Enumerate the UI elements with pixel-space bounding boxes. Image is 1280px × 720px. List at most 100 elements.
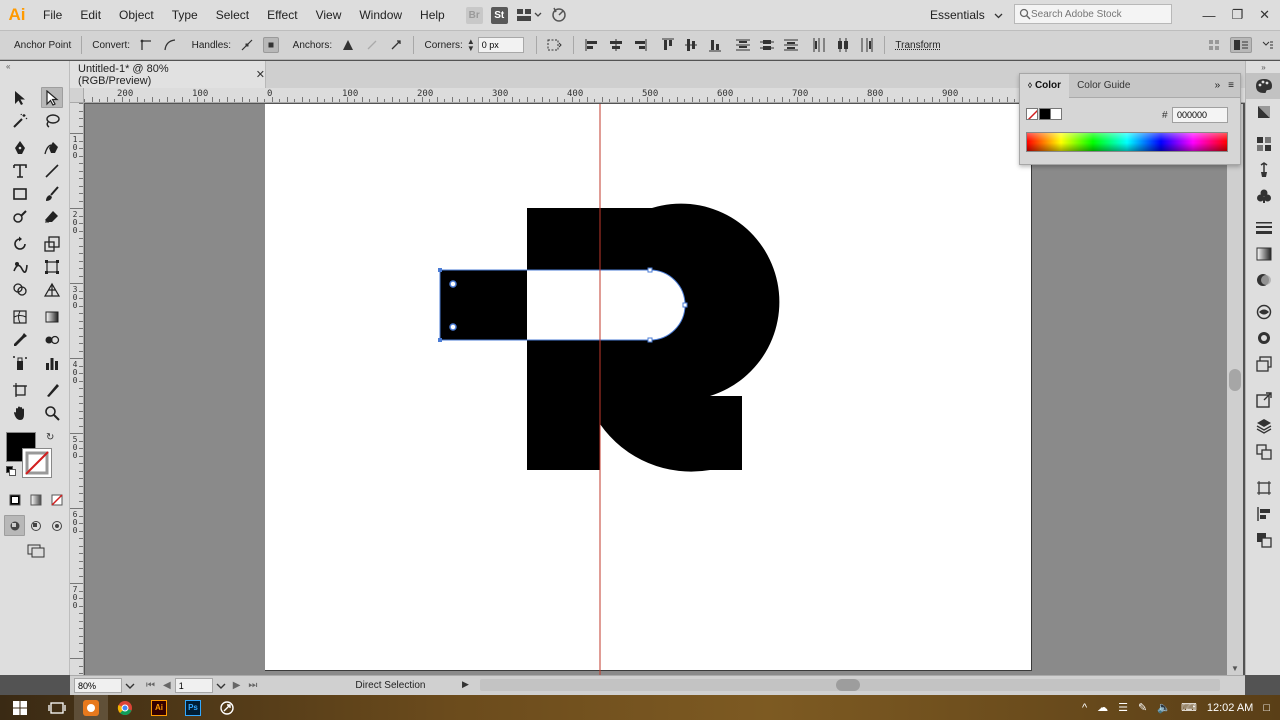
status-text[interactable]: Direct Selection [355,680,425,691]
first-artboard-icon[interactable]: ⏮ [146,680,155,691]
magic-wand-tool-icon[interactable] [9,110,31,131]
ruler-origin[interactable] [70,88,84,103]
artboard-tool-icon[interactable] [9,379,31,400]
panel-menu-icon[interactable]: ≡ [1228,80,1240,91]
stroke-panel-icon[interactable] [1246,215,1280,241]
mesh-tool-icon[interactable] [9,306,31,327]
clock[interactable]: 12:02 AM [1207,702,1253,714]
menu-help[interactable]: Help [411,0,454,30]
document-tab[interactable]: Untitled-1* @ 80% (RGB/Preview) ✕ [70,61,266,88]
gradient-panel-icon[interactable] [1246,241,1280,267]
convert-smooth-icon[interactable] [162,37,178,53]
distribute-top-icon[interactable] [735,37,751,53]
artboard-dropdown-icon[interactable] [215,681,227,691]
graphic-styles-icon[interactable] [1246,325,1280,351]
menu-view[interactable]: View [307,0,351,30]
menu-type[interactable]: Type [163,0,207,30]
lasso-tool-icon[interactable] [41,110,63,131]
blend-tool-icon[interactable] [41,329,63,350]
gpu-performance-icon[interactable] [550,6,568,25]
menu-select[interactable]: Select [207,0,258,30]
next-artboard-icon[interactable]: ▶ [233,680,241,691]
white-swatch[interactable] [1050,108,1062,120]
convert-corner-icon[interactable] [138,37,154,53]
vertical-ruler[interactable]: 1 0 0 2 0 0 3 0 0 4 0 0 5 0 0 6 0 0 7 0 0 [70,103,84,675]
align-top-icon[interactable] [660,37,676,53]
isolate-icon[interactable] [1207,37,1223,53]
eraser-tool-icon[interactable] [41,206,63,227]
color-guide-tab[interactable]: Color Guide [1069,74,1138,98]
slice-tool-icon[interactable] [41,379,63,400]
menu-file[interactable]: File [34,0,71,30]
shape-builder-tool-icon[interactable] [9,279,31,300]
distribute-center-icon[interactable] [835,37,851,53]
artwork[interactable] [85,104,1227,675]
stroke-swatch[interactable] [22,448,52,478]
export-icon[interactable] [1246,387,1280,413]
appearance-icon[interactable] [1246,299,1280,325]
screen-mode-icon[interactable] [25,540,47,561]
control-tool-label[interactable]: Anchor Point [14,40,71,51]
none-mode-icon[interactable] [47,489,68,510]
direct-selection-tool-icon[interactable] [41,87,63,108]
arrange-documents-icon[interactable] [516,8,542,22]
artboard-number-input[interactable] [174,678,213,693]
color-panel-icon[interactable] [1246,73,1280,99]
control-menu-icon[interactable] [1260,37,1276,53]
column-graph-tool-icon[interactable] [41,352,63,373]
network-icon[interactable]: ☰ [1118,701,1128,714]
tools-panel-grip[interactable]: « [0,62,70,72]
zoom-tool-icon[interactable] [41,402,63,423]
artboards-icon[interactable] [1246,439,1280,465]
gradient-mode-icon[interactable] [25,489,46,510]
paintbrush-tool-icon[interactable] [41,183,63,204]
onedrive-icon[interactable]: ☁ [1097,701,1108,714]
rectangle-tool-icon[interactable] [9,183,31,204]
close-icon[interactable]: ✕ [1259,7,1270,23]
perspective-grid-tool-icon[interactable] [41,279,63,300]
distribute-left-icon[interactable] [811,37,827,53]
distribute-middle-icon[interactable] [759,37,775,53]
anchor-point[interactable] [438,338,442,342]
corner-widget[interactable] [449,323,457,331]
gradient-tool-icon[interactable] [41,306,63,327]
hand-tool-icon[interactable] [9,402,31,423]
shaper-tool-icon[interactable] [9,206,31,227]
show-handles-icon[interactable] [239,37,255,53]
default-fill-stroke-icon[interactable] [6,466,16,476]
color-mode-icon[interactable] [4,489,25,510]
connect-anchor-icon[interactable] [364,37,380,53]
canvas[interactable] [85,104,1227,675]
menu-object[interactable]: Object [110,0,163,30]
corner-widget[interactable] [449,280,457,288]
draw-inside-icon[interactable] [47,515,68,536]
swap-fill-stroke-icon[interactable]: ↻ [46,432,54,443]
eyedropper-tool-icon[interactable] [9,329,31,350]
align-right-icon[interactable] [632,37,648,53]
bridge-icon[interactable]: Br [465,6,483,24]
arrange-panel-icon[interactable] [1230,37,1253,53]
tray-expand-icon[interactable]: ^ [1082,702,1087,714]
cut-path-icon[interactable] [388,37,404,53]
select-similar-icon[interactable] [547,37,563,53]
brushes-icon[interactable] [1246,157,1280,183]
windows-start-icon[interactable] [0,695,40,720]
hide-handles-icon[interactable] [262,37,279,53]
align-center-icon[interactable] [608,37,624,53]
distribute-right-icon[interactable] [859,37,875,53]
dock-grip[interactable]: » [1246,61,1280,73]
warp-tool-icon[interactable] [9,256,31,277]
anchor-point[interactable] [647,267,653,273]
symbols-icon[interactable] [1246,183,1280,209]
distribute-bottom-icon[interactable] [783,37,799,53]
last-artboard-icon[interactable]: ⏭ [248,680,257,691]
minimize-icon[interactable]: — [1202,8,1215,23]
horizontal-scrollbar[interactable] [480,679,1220,691]
menu-window[interactable]: Window [350,0,411,30]
remove-anchor-icon[interactable] [340,37,356,53]
color-guide-icon[interactable] [1246,99,1280,125]
draw-behind-icon[interactable] [25,515,46,536]
libraries-icon[interactable] [1246,351,1280,377]
status-menu-icon[interactable]: ▶ [462,679,469,690]
stock-search-input[interactable] [1031,8,1161,20]
